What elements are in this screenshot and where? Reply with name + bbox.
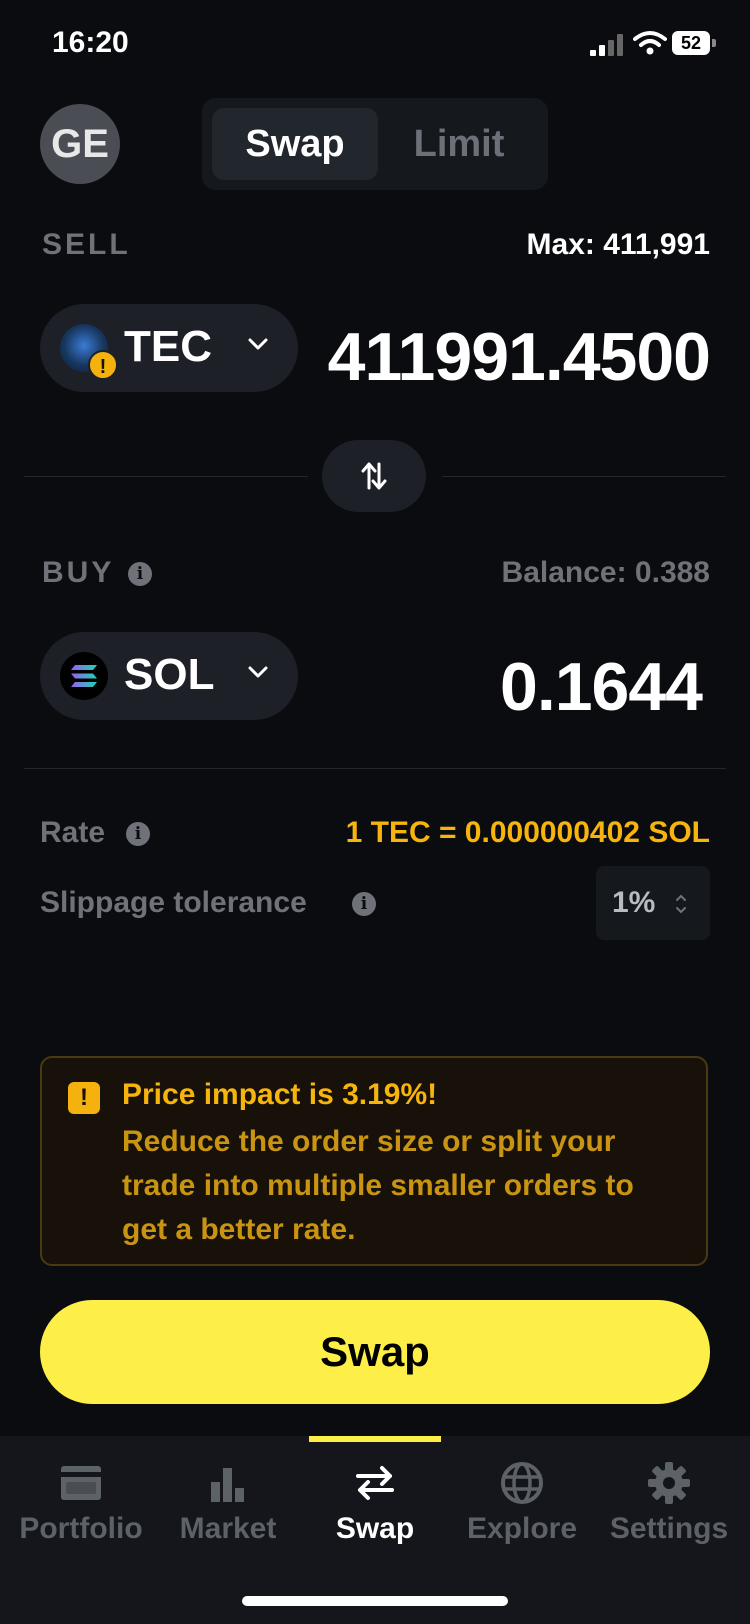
max-amount-button[interactable]: Max: 411,991 bbox=[527, 228, 710, 262]
bar-chart-icon bbox=[211, 1468, 244, 1502]
swap-arrows-icon bbox=[356, 1466, 394, 1500]
chevron-down-icon bbox=[248, 338, 268, 350]
warning-body: Reduce the order size or split your trad… bbox=[122, 1125, 634, 1246]
swap-vertical-icon bbox=[361, 462, 387, 490]
sell-label: SELL bbox=[42, 228, 131, 261]
nav-explore[interactable]: Explore bbox=[447, 1460, 597, 1546]
chevron-down-icon bbox=[248, 666, 268, 678]
stepper-icon bbox=[676, 894, 686, 914]
wifi-icon bbox=[633, 31, 667, 55]
nav-market[interactable]: Market bbox=[153, 1460, 303, 1546]
avatar[interactable]: GE bbox=[40, 104, 120, 184]
warning-title: Price impact is 3.19%! bbox=[122, 1078, 438, 1111]
signal-icon bbox=[590, 34, 623, 56]
nav-swap[interactable]: Swap bbox=[300, 1460, 450, 1546]
slippage-selector[interactable]: 1% bbox=[596, 866, 710, 940]
slippage-info-icon[interactable]: i bbox=[352, 892, 376, 916]
slippage-label: Slippage tolerance bbox=[40, 886, 307, 919]
gear-icon bbox=[648, 1462, 690, 1504]
active-tab-indicator bbox=[309, 1436, 441, 1442]
buy-label: BUY bbox=[42, 556, 115, 589]
rate-label: Rate bbox=[40, 816, 106, 849]
status-time: 16:20 bbox=[52, 26, 129, 59]
divider bbox=[24, 476, 308, 477]
flip-tokens-button[interactable] bbox=[322, 440, 426, 512]
buy-token-selector[interactable]: SOL bbox=[40, 632, 298, 720]
tab-limit[interactable]: Limit bbox=[380, 108, 538, 180]
sell-amount-input[interactable]: 411991.4500 bbox=[328, 318, 711, 396]
buy-balance: Balance: 0.388 bbox=[501, 556, 710, 589]
price-impact-warning: ! Price impact is 3.19%! Reduce the orde… bbox=[40, 1056, 708, 1266]
sell-token-selector[interactable]: ! TEC bbox=[40, 304, 298, 392]
battery-icon: 52 bbox=[672, 31, 716, 55]
buy-token-name: SOL bbox=[124, 650, 215, 699]
globe-icon bbox=[501, 1462, 543, 1504]
home-indicator bbox=[242, 1596, 508, 1606]
wallet-icon bbox=[61, 1466, 101, 1500]
buy-amount-output: 0.1644 bbox=[500, 649, 703, 725]
rate-value: 1 TEC = 0.000000402 SOL bbox=[345, 816, 710, 849]
divider bbox=[442, 476, 726, 477]
token-warning-icon: ! bbox=[88, 350, 118, 380]
divider bbox=[24, 768, 726, 769]
swap-button[interactable]: Swap bbox=[40, 1300, 710, 1404]
sell-token-name: TEC bbox=[124, 322, 212, 371]
nav-settings[interactable]: Settings bbox=[594, 1460, 744, 1546]
nav-portfolio[interactable]: Portfolio bbox=[6, 1460, 156, 1546]
sol-token-icon bbox=[60, 652, 108, 700]
slippage-value: 1% bbox=[612, 886, 656, 919]
tab-swap[interactable]: Swap bbox=[212, 108, 378, 180]
rate-info-icon[interactable]: i bbox=[126, 822, 150, 846]
buy-info-icon[interactable]: i bbox=[128, 562, 152, 586]
battery-level: 52 bbox=[672, 31, 710, 55]
warning-icon: ! bbox=[68, 1082, 100, 1114]
